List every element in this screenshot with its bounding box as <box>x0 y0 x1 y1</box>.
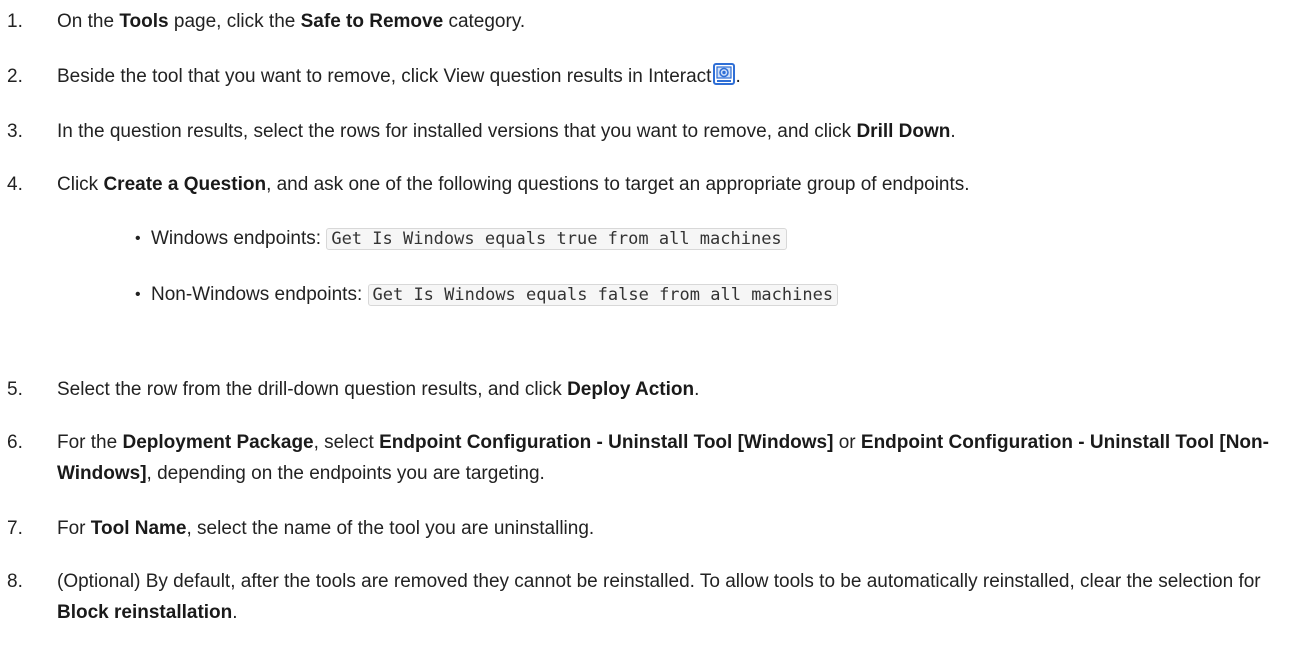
step-text: Select the row from the drill-down quest… <box>57 379 700 400</box>
step-number: 1. <box>7 11 23 32</box>
non-windows-query-code: Get Is Windows equals false from all mac… <box>367 284 839 306</box>
step-text: In the question results, select the rows… <box>57 121 956 142</box>
bullet-dot: • <box>135 286 141 303</box>
step-text: On the Tools page, click the Safe to Rem… <box>57 11 526 32</box>
step-number: 8. <box>7 571 23 592</box>
tool-name-ref: Tool Name <box>90 518 187 539</box>
windows-query-code: Get Is Windows equals true from all mach… <box>326 228 787 250</box>
safe-to-remove-ref: Safe to Remove <box>300 11 444 32</box>
step-number: 3. <box>7 121 23 142</box>
interact-results-icon <box>713 63 736 85</box>
step-text: Click Create a Question, and ask one of … <box>57 174 970 195</box>
tools-page-ref: Tools <box>119 11 169 32</box>
procedure-steps: 1. On the Tools page, click the Safe to … <box>0 0 1303 656</box>
step-number: 5. <box>7 379 23 400</box>
deployment-package-ref: Deployment Package <box>122 432 314 453</box>
step-number: 7. <box>7 518 23 539</box>
block-reinstallation-ref: Block reinstallation <box>57 602 233 623</box>
step-text: Beside the tool that you want to remove,… <box>57 61 741 92</box>
step-text: (Optional) By default, after the tools a… <box>57 571 1261 623</box>
step-number: 4. <box>7 174 23 195</box>
deploy-action-ref: Deploy Action <box>567 379 695 400</box>
create-question-ref: Create a Question <box>103 174 267 195</box>
drill-down-ref: Drill Down <box>856 121 951 142</box>
uninstall-windows-ref: Endpoint Configuration - Uninstall Tool … <box>379 432 834 453</box>
step-text: For the Deployment Package, select Endpo… <box>57 432 1269 484</box>
bullet-dot: • <box>135 230 141 247</box>
step-number: 6. <box>7 432 23 453</box>
step-text: For Tool Name, select the name of the to… <box>57 518 595 539</box>
step-number: 2. <box>7 66 23 87</box>
